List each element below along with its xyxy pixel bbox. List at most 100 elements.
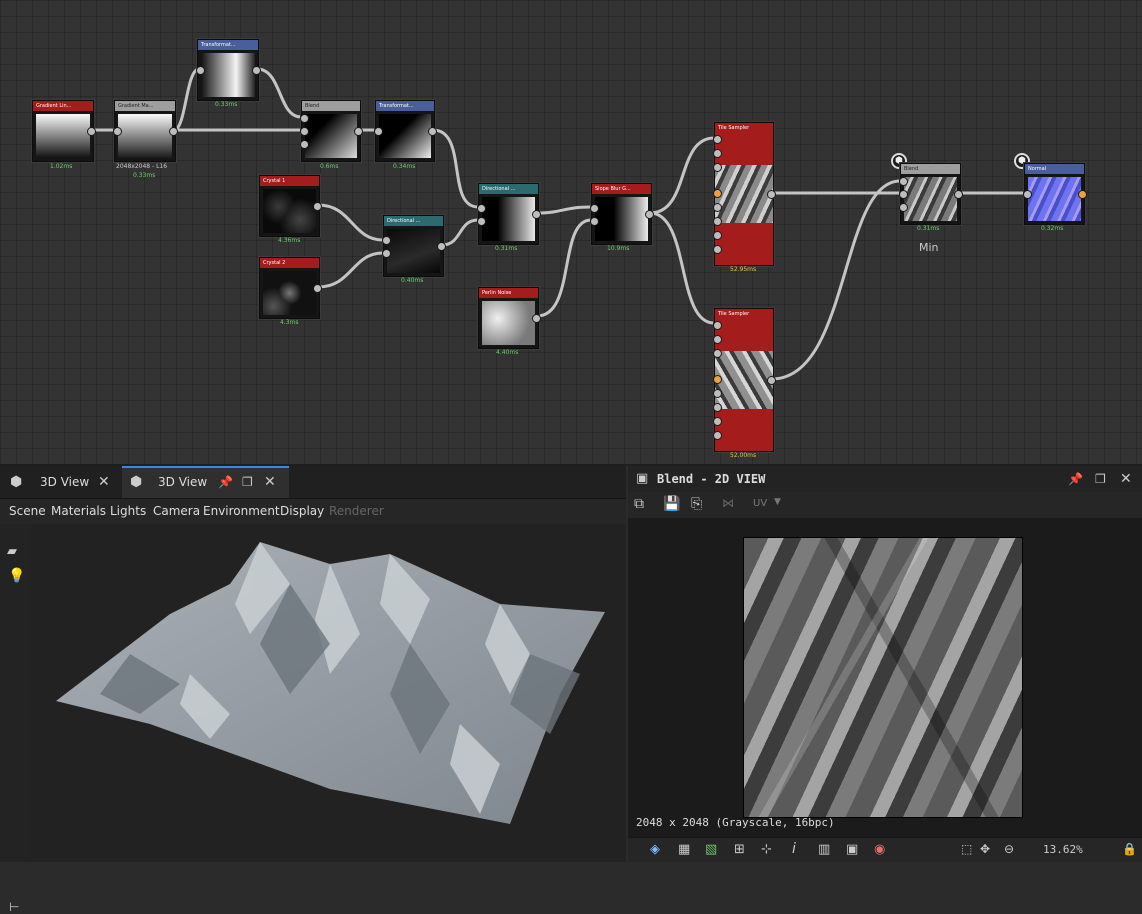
tiling-icon[interactable]: ⊞ xyxy=(734,842,745,857)
menu-environment[interactable]: Environment xyxy=(203,499,280,524)
input-port[interactable] xyxy=(713,217,722,226)
input-port[interactable] xyxy=(713,189,722,198)
camera-icon[interactable]: ▰ xyxy=(7,544,17,559)
input-port[interactable] xyxy=(713,321,722,330)
close-icon[interactable]: ✕ xyxy=(1120,466,1132,492)
save-icon[interactable]: 💾 xyxy=(663,496,680,512)
output-port[interactable] xyxy=(313,284,322,293)
3d-viewport[interactable] xyxy=(30,524,626,862)
menu-scene[interactable]: Scene xyxy=(9,499,46,524)
menu-display[interactable]: Display xyxy=(280,499,324,524)
uv-dropdown[interactable]: UV xyxy=(753,498,767,509)
input-port[interactable] xyxy=(300,114,309,123)
output-port[interactable] xyxy=(87,127,96,136)
output-port[interactable] xyxy=(313,202,322,211)
menu-lights[interactable]: Lights xyxy=(110,499,146,524)
input-port[interactable] xyxy=(374,127,383,136)
node-crystal-2[interactable]: Crystal 2 xyxy=(259,257,322,319)
input-port[interactable] xyxy=(899,177,908,186)
hierarchy-icon[interactable]: ⊢ xyxy=(9,900,19,914)
lock-icon[interactable]: 🔒 xyxy=(1122,842,1137,856)
node-directional[interactable]: Directional ... xyxy=(477,183,541,245)
output-port[interactable] xyxy=(767,190,776,199)
color-channels-icon[interactable]: ▧ xyxy=(705,842,717,857)
checker-icon[interactable]: ▦ xyxy=(678,842,690,857)
pin-icon[interactable]: 📌 xyxy=(218,466,233,498)
node-slope-blur[interactable]: Slope Blur G... xyxy=(590,183,654,245)
node-blend-min[interactable]: Blend xyxy=(899,163,963,225)
pixel-picker-icon[interactable]: ⊹ xyxy=(761,842,772,857)
color-wheel-icon[interactable]: ◉ xyxy=(874,842,885,857)
node-normal[interactable]: Normal xyxy=(1023,163,1087,225)
input-port[interactable] xyxy=(899,203,908,212)
input-port[interactable] xyxy=(713,403,722,412)
input-port[interactable] xyxy=(713,163,722,172)
node-gradient-map[interactable]: Gradient Ma... xyxy=(113,100,178,162)
close-icon[interactable]: ✕ xyxy=(264,466,276,498)
input-port[interactable] xyxy=(713,431,722,440)
zoom-out-icon[interactable]: ⊖ xyxy=(1004,842,1014,856)
output-port[interactable] xyxy=(169,127,178,136)
node-gradient-linear[interactable]: Gradient Lin... xyxy=(32,100,96,162)
node-transformation[interactable]: Transformat... xyxy=(196,39,261,101)
output-port[interactable] xyxy=(767,376,776,385)
input-port[interactable] xyxy=(300,127,309,136)
layers-icon[interactable]: ◈ xyxy=(650,842,660,857)
input-port[interactable] xyxy=(713,135,722,144)
input-port[interactable] xyxy=(713,349,722,358)
input-port[interactable] xyxy=(713,335,722,344)
output-port[interactable] xyxy=(532,314,541,323)
input-port[interactable] xyxy=(713,389,722,398)
input-port[interactable] xyxy=(382,236,391,245)
node-blend[interactable]: Blend xyxy=(300,100,363,162)
select-area-icon[interactable]: ⧉ xyxy=(634,496,644,512)
output-port[interactable] xyxy=(645,210,654,219)
input-port[interactable] xyxy=(196,66,205,75)
input-port[interactable] xyxy=(113,127,122,136)
input-port[interactable] xyxy=(713,231,722,240)
move-icon[interactable]: ✥ xyxy=(980,842,990,856)
2d-texture-preview[interactable] xyxy=(743,537,1023,818)
input-port[interactable] xyxy=(477,217,486,226)
output-port[interactable] xyxy=(954,190,963,199)
fit-view-icon[interactable]: ⬚ xyxy=(961,842,972,856)
output-port[interactable] xyxy=(252,66,261,75)
input-port[interactable] xyxy=(713,203,722,212)
light-icon[interactable]: 💡 xyxy=(8,568,25,584)
info-icon[interactable]: i xyxy=(792,841,796,857)
input-port[interactable] xyxy=(590,204,599,213)
output-port[interactable] xyxy=(1078,190,1087,199)
node-graph[interactable]: Gradient Lin... 1.02ms Gradient Ma... 20… xyxy=(0,0,1142,466)
tab-3d-view[interactable]: ⬢ 3D View ✕ xyxy=(0,466,120,498)
input-port[interactable] xyxy=(713,375,722,384)
menu-materials[interactable]: Materials xyxy=(51,499,106,524)
node-transformation[interactable]: Transformat... xyxy=(374,100,437,162)
output-port[interactable] xyxy=(428,127,437,136)
float-window-icon[interactable]: ❐ xyxy=(242,466,253,498)
input-port[interactable] xyxy=(300,140,309,149)
display-icon[interactable]: ▣ xyxy=(846,842,858,857)
copy-icon[interactable]: ⎘ xyxy=(691,496,702,512)
input-port[interactable] xyxy=(713,245,722,254)
input-port[interactable] xyxy=(713,149,722,158)
input-port[interactable] xyxy=(1023,190,1032,199)
close-icon[interactable]: ✕ xyxy=(98,466,110,498)
input-port[interactable] xyxy=(590,217,599,226)
zoom-level[interactable]: 13.62% xyxy=(1043,843,1083,856)
node-tile-sampler[interactable]: Tile Sampler xyxy=(713,308,776,452)
menu-camera[interactable]: Camera xyxy=(153,499,200,524)
output-port[interactable] xyxy=(532,210,541,219)
node-crystal-1[interactable]: Crystal 1 xyxy=(259,175,322,237)
node-tile-sampler[interactable]: Tile Sampler xyxy=(713,122,776,266)
float-window-icon[interactable]: ❐ xyxy=(1095,466,1106,492)
output-port[interactable] xyxy=(437,242,446,251)
node-directional[interactable]: Directional ... xyxy=(382,215,446,277)
output-port[interactable] xyxy=(354,127,363,136)
tab-3d-view-active[interactable]: ⬢ 3D View 📌 ❐ ✕ xyxy=(122,466,289,498)
input-port[interactable] xyxy=(382,249,391,258)
histogram-icon[interactable]: ▥ xyxy=(818,842,830,857)
input-port[interactable] xyxy=(477,204,486,213)
node-perlin-noise[interactable]: Perlin Noise xyxy=(478,287,541,349)
input-port[interactable] xyxy=(899,190,908,199)
pin-icon[interactable]: 📌 xyxy=(1068,466,1083,492)
